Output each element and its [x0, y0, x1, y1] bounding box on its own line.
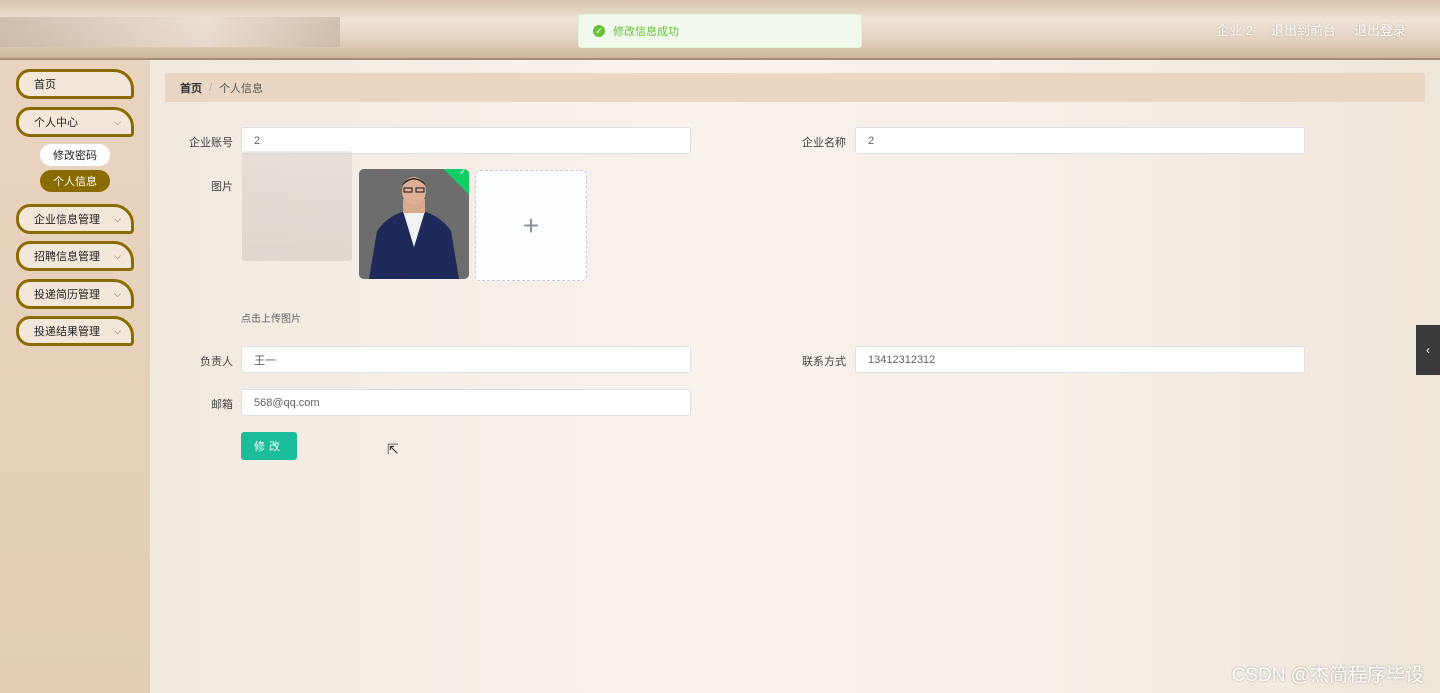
success-toast: ✓ 修改信息成功: [578, 14, 862, 48]
sidebar-item-delivery-result[interactable]: 投递结果管理 ⌵: [16, 316, 134, 346]
sidebar-item-label: 招聘信息管理: [34, 251, 100, 263]
breadcrumb: 首页 / 个人信息: [165, 73, 1425, 102]
image-label: 图片: [211, 181, 233, 193]
phone-field[interactable]: 13412312312: [855, 346, 1305, 373]
sidebar-item-label: 企业信息管理: [34, 214, 100, 226]
back-to-front-link[interactable]: 退出到前台: [1271, 20, 1336, 39]
company-name-label: 企业名称: [802, 137, 846, 149]
watermark: CSDN @杰简程序毕设: [1231, 665, 1424, 686]
uploaded-image[interactable]: ✓: [359, 169, 469, 279]
header-nav: 企业 2 退出到前台 退出登录: [1216, 20, 1406, 39]
sidebar-item-label: 投递简历管理: [34, 289, 100, 301]
breadcrumb-home[interactable]: 首页: [180, 80, 202, 96]
sidebar-item-label: 投递结果管理: [34, 326, 100, 338]
email-label: 邮箱: [211, 399, 233, 411]
chevron-left-icon: ‹: [1426, 343, 1430, 357]
chevron-down-icon: ⌵: [114, 289, 121, 299]
collapse-panel-button[interactable]: ‹: [1416, 325, 1440, 375]
sidebar-item-recruitment[interactable]: 招聘信息管理 ⌵: [16, 241, 134, 271]
submit-button[interactable]: 修改: [241, 432, 297, 460]
current-user: 企业 2: [1216, 23, 1253, 38]
breadcrumb-separator: /: [209, 81, 213, 94]
sidebar: 首页 个人中心 ⌵ 修改密码 个人信息 企业信息管理 ⌵ 招聘信息管理 ⌵ 投递…: [0, 60, 150, 693]
upload-image-button[interactable]: +: [475, 170, 587, 281]
sidebar-item-home[interactable]: 首页: [16, 69, 134, 99]
sidebar-item-company-info[interactable]: 企业信息管理 ⌵: [16, 204, 134, 234]
breadcrumb-current: 个人信息: [219, 82, 264, 95]
sidebar-subitem-change-password[interactable]: 修改密码: [40, 144, 110, 166]
brand-banner: [0, 17, 340, 47]
logout-link[interactable]: 退出登录: [1354, 20, 1406, 39]
person-photo-icon: [359, 169, 469, 279]
phone-label: 联系方式: [802, 356, 846, 368]
chevron-down-icon: ⌵: [114, 326, 121, 336]
mouse-cursor-icon: ⇱: [387, 441, 399, 457]
contact-person-label: 负责人: [200, 356, 233, 368]
plus-icon: +: [522, 209, 540, 241]
account-field[interactable]: 2: [241, 127, 691, 154]
sidebar-subitem-personal-info[interactable]: 个人信息: [40, 170, 110, 192]
account-label: 企业账号: [189, 137, 233, 149]
contact-person-field[interactable]: 王一: [241, 346, 691, 373]
sidebar-item-label: 首页: [34, 79, 56, 91]
main-content: 首页 / 个人信息 企业账号 2 企业名称 2 图片 ✓ + 点击上传图片 负责…: [150, 60, 1440, 693]
sidebar-item-label: 个人中心: [34, 117, 78, 129]
toast-message: 修改信息成功: [613, 26, 679, 38]
upload-hint: 点击上传图片: [241, 314, 301, 325]
company-name-field[interactable]: 2: [855, 127, 1305, 154]
chevron-down-icon: ⌵: [114, 214, 121, 224]
uploaded-image-ghost: [242, 151, 352, 261]
sidebar-item-resume-delivery[interactable]: 投递简历管理 ⌵: [16, 279, 134, 309]
chevron-down-icon: ⌵: [114, 117, 121, 127]
check-icon: ✓: [459, 169, 467, 177]
sidebar-item-personal-center[interactable]: 个人中心 ⌵: [16, 107, 134, 137]
email-field[interactable]: 568@qq.com: [241, 389, 691, 416]
check-circle-icon: ✓: [593, 25, 605, 37]
chevron-down-icon: ⌵: [114, 251, 121, 261]
